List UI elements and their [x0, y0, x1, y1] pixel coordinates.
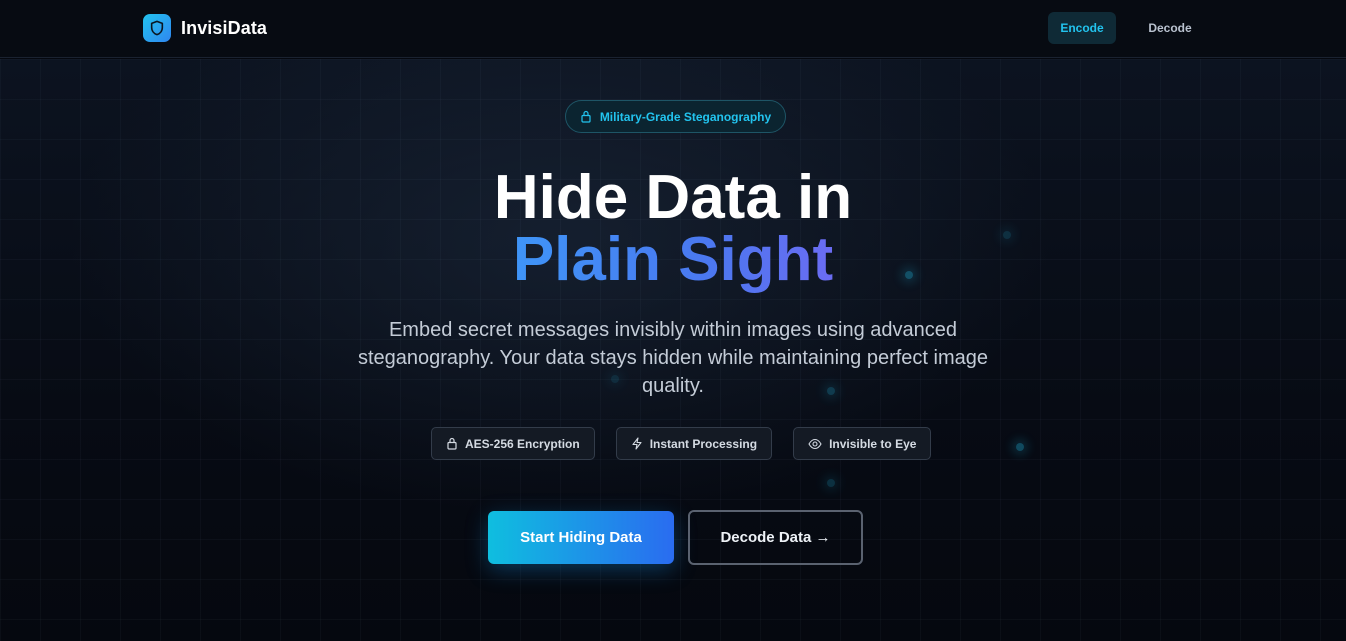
- hero-section: Military-Grade Steganography Hide Data i…: [0, 59, 1346, 641]
- feature-label: Invisible to Eye: [829, 436, 917, 451]
- hero-title-gradient-text: Plain Sight: [512, 225, 834, 294]
- feature-label: Instant Processing: [649, 436, 758, 451]
- glow-dot: [827, 479, 835, 487]
- nav-encode[interactable]: Encode: [1048, 12, 1116, 44]
- glow-dot: [1016, 443, 1024, 451]
- lock-icon: [580, 110, 592, 123]
- feature-encryption: AES-256 Encryption: [431, 427, 595, 460]
- landing-page: InvisiData Encode Decode Military-Grade …: [0, 0, 1346, 641]
- hero-subtitle: Embed secret messages invisibly within i…: [357, 319, 989, 397]
- hero-title-highlight: Plain Sight: [0, 225, 1346, 295]
- nav-links: Encode Decode: [1048, 12, 1203, 44]
- nav-decode[interactable]: Decode: [1137, 12, 1203, 44]
- badge-label: Military-Grade Steganography: [599, 109, 772, 124]
- steganography-badge: Military-Grade Steganography: [565, 100, 786, 133]
- feature-label: AES-256 Encryption: [465, 436, 580, 451]
- eye-icon: [808, 438, 822, 450]
- shield-icon: [143, 14, 171, 42]
- lock-icon: [446, 437, 458, 450]
- start-hiding-button[interactable]: Start Hiding Data: [488, 511, 674, 564]
- brand-name: InvisiData: [181, 17, 268, 38]
- feature-processing: Instant Processing: [615, 427, 773, 460]
- decode-data-button[interactable]: Decode Data →: [688, 510, 863, 565]
- lightning-icon: [631, 437, 643, 450]
- hero-title: Hide Data in: [493, 163, 853, 232]
- navbar: InvisiData Encode Decode: [0, 0, 1346, 58]
- feature-tags: AES-256 Encryption Instant Processing In…: [431, 427, 932, 460]
- brand[interactable]: InvisiData: [143, 14, 267, 42]
- feature-invisible: Invisible to Eye: [793, 427, 932, 460]
